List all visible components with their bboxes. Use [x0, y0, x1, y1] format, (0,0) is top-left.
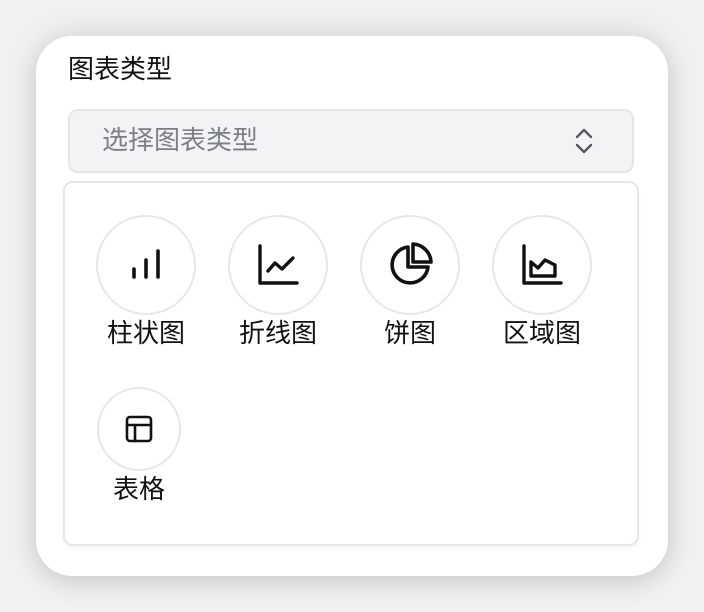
- option-bar-chart[interactable]: 柱状图: [96, 215, 196, 351]
- option-icon-circle: [96, 215, 196, 315]
- option-line-chart[interactable]: 折线图: [228, 215, 328, 351]
- option-label: 表格: [112, 475, 165, 505]
- chart-type-label: 图表类型: [68, 55, 173, 85]
- option-table[interactable]: 表格: [97, 387, 181, 507]
- chart-type-select[interactable]: 选择图表类型: [68, 109, 634, 173]
- select-placeholder: 选择图表类型: [102, 126, 259, 156]
- option-label: 折线图: [238, 319, 317, 349]
- option-label: 柱状图: [106, 319, 185, 349]
- chart-type-dropdown: 柱状图 折线图 饼图 区域图 表格: [63, 181, 639, 546]
- option-icon-circle: [97, 387, 181, 471]
- option-label: 区域图: [502, 319, 581, 349]
- option-area-chart[interactable]: 区域图: [492, 215, 592, 351]
- chart-type-card: 图表类型 选择图表类型 柱状图 折线图 饼图 区域图 表格: [36, 36, 668, 576]
- option-icon-circle: [360, 215, 460, 315]
- chevron-up-down-icon: [572, 127, 596, 155]
- option-pie-chart[interactable]: 饼图: [360, 215, 460, 351]
- option-label: 饼图: [383, 319, 436, 349]
- option-icon-circle: [492, 215, 592, 315]
- option-icon-circle: [228, 215, 328, 315]
